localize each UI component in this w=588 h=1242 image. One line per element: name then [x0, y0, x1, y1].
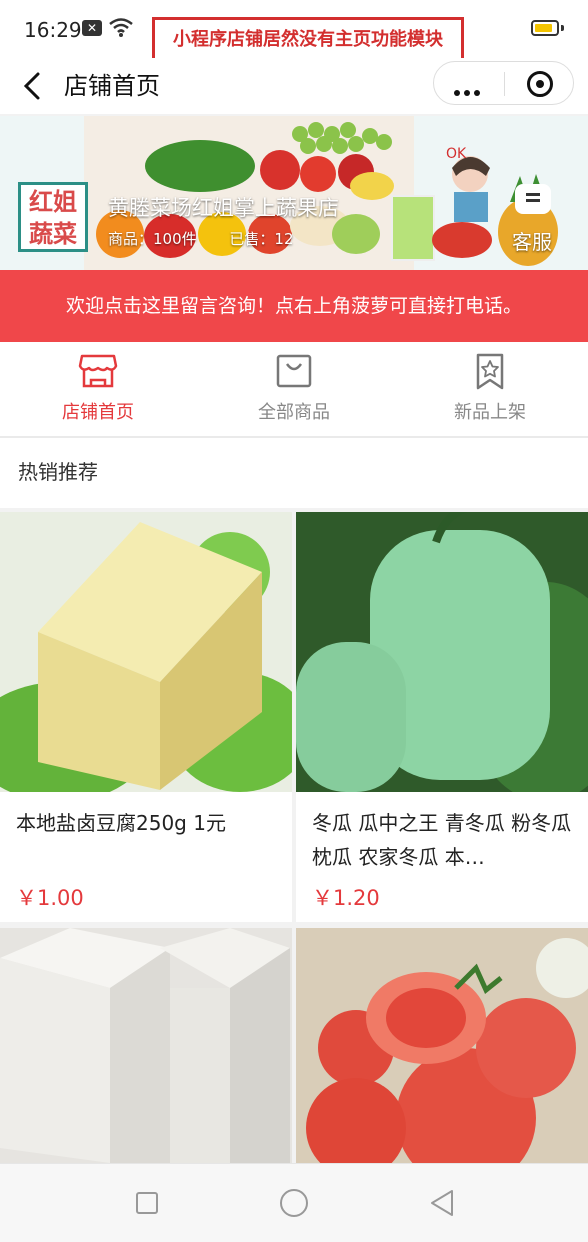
tab-new-arrivals[interactable]: 新品上架	[392, 342, 588, 436]
store-logo-line2: 蔬菜	[29, 220, 77, 248]
hot-recommend-header: 热销推荐	[0, 438, 588, 508]
banner-ok-text: OK	[446, 146, 467, 162]
store-name: 黄塍菜场红姐掌上蔬果店	[108, 196, 339, 220]
more-options-icon[interactable]	[454, 81, 484, 100]
nav-bar: 店铺首页	[0, 58, 588, 114]
battery-tip	[561, 25, 564, 31]
status-time: 16:29	[24, 18, 82, 42]
winter-melon-image	[296, 512, 588, 792]
sold-count: 已售：12	[229, 230, 294, 248]
shopping-bag-icon	[276, 354, 312, 388]
capsule-divider	[504, 72, 505, 96]
tab-all-products[interactable]: 全部商品	[196, 342, 392, 436]
miniprogram-capsule	[433, 61, 574, 105]
wifi-icon	[109, 18, 133, 37]
product-count: 商品：100件	[108, 230, 197, 248]
battery-icon	[531, 20, 559, 36]
product-price: ￥1.20	[312, 886, 380, 910]
product-price: ￥1.00	[16, 886, 84, 910]
store-stats: 商品：100件 已售：12	[108, 228, 322, 249]
page-title: 店铺首页	[64, 72, 160, 100]
tomato-image	[296, 928, 588, 1163]
home-icon[interactable]	[280, 1189, 308, 1217]
storefront-icon	[78, 354, 118, 388]
product-card[interactable]	[0, 928, 292, 1163]
section-title: 热销推荐	[18, 460, 98, 484]
tab-store-home[interactable]: 店铺首页	[0, 342, 196, 436]
recent-apps-icon[interactable]	[136, 1192, 158, 1214]
system-nav-bar	[0, 1163, 588, 1242]
tab-new-arrivals-label: 新品上架	[454, 402, 526, 423]
product-card[interactable]: 本地盐卤豆腐250g 1元 ￥1.00	[0, 512, 292, 922]
notice-banner[interactable]: 欢迎点击这里留言咨询！点右上角菠萝可直接打电话。	[0, 270, 588, 342]
customer-service-button[interactable]: 客服	[512, 226, 552, 255]
yellow-tofu-image	[0, 512, 292, 792]
product-card[interactable]: 冬瓜 瓜中之王 青冬瓜 粉冬瓜 枕瓜 农家冬瓜 本… ￥1.20	[296, 512, 588, 922]
back-arrow-icon[interactable]	[18, 68, 48, 104]
tab-store-home-label: 店铺首页	[62, 402, 134, 423]
notification-icon: ✕	[82, 20, 102, 36]
product-title[interactable]: 冬瓜 瓜中之王 青冬瓜 粉冬瓜 枕瓜 农家冬瓜 本…	[312, 806, 574, 874]
white-tofu-image	[0, 928, 292, 1163]
back-triangle-icon[interactable]	[428, 1188, 456, 1218]
product-title[interactable]: 本地盐卤豆腐250g 1元	[16, 806, 278, 840]
close-miniprogram-icon[interactable]	[527, 71, 553, 97]
store-logo: 红姐 蔬菜	[18, 182, 88, 252]
store-tabs: 店铺首页 全部商品 新品上架	[0, 342, 588, 438]
customer-service-icon[interactable]	[515, 184, 551, 214]
product-card[interactable]	[296, 928, 588, 1163]
tab-all-products-label: 全部商品	[258, 402, 330, 423]
bookmark-star-icon	[476, 353, 504, 390]
store-logo-line1: 红姐	[29, 188, 77, 216]
annotation-label: 小程序店铺居然没有主页功能模块	[152, 17, 464, 63]
